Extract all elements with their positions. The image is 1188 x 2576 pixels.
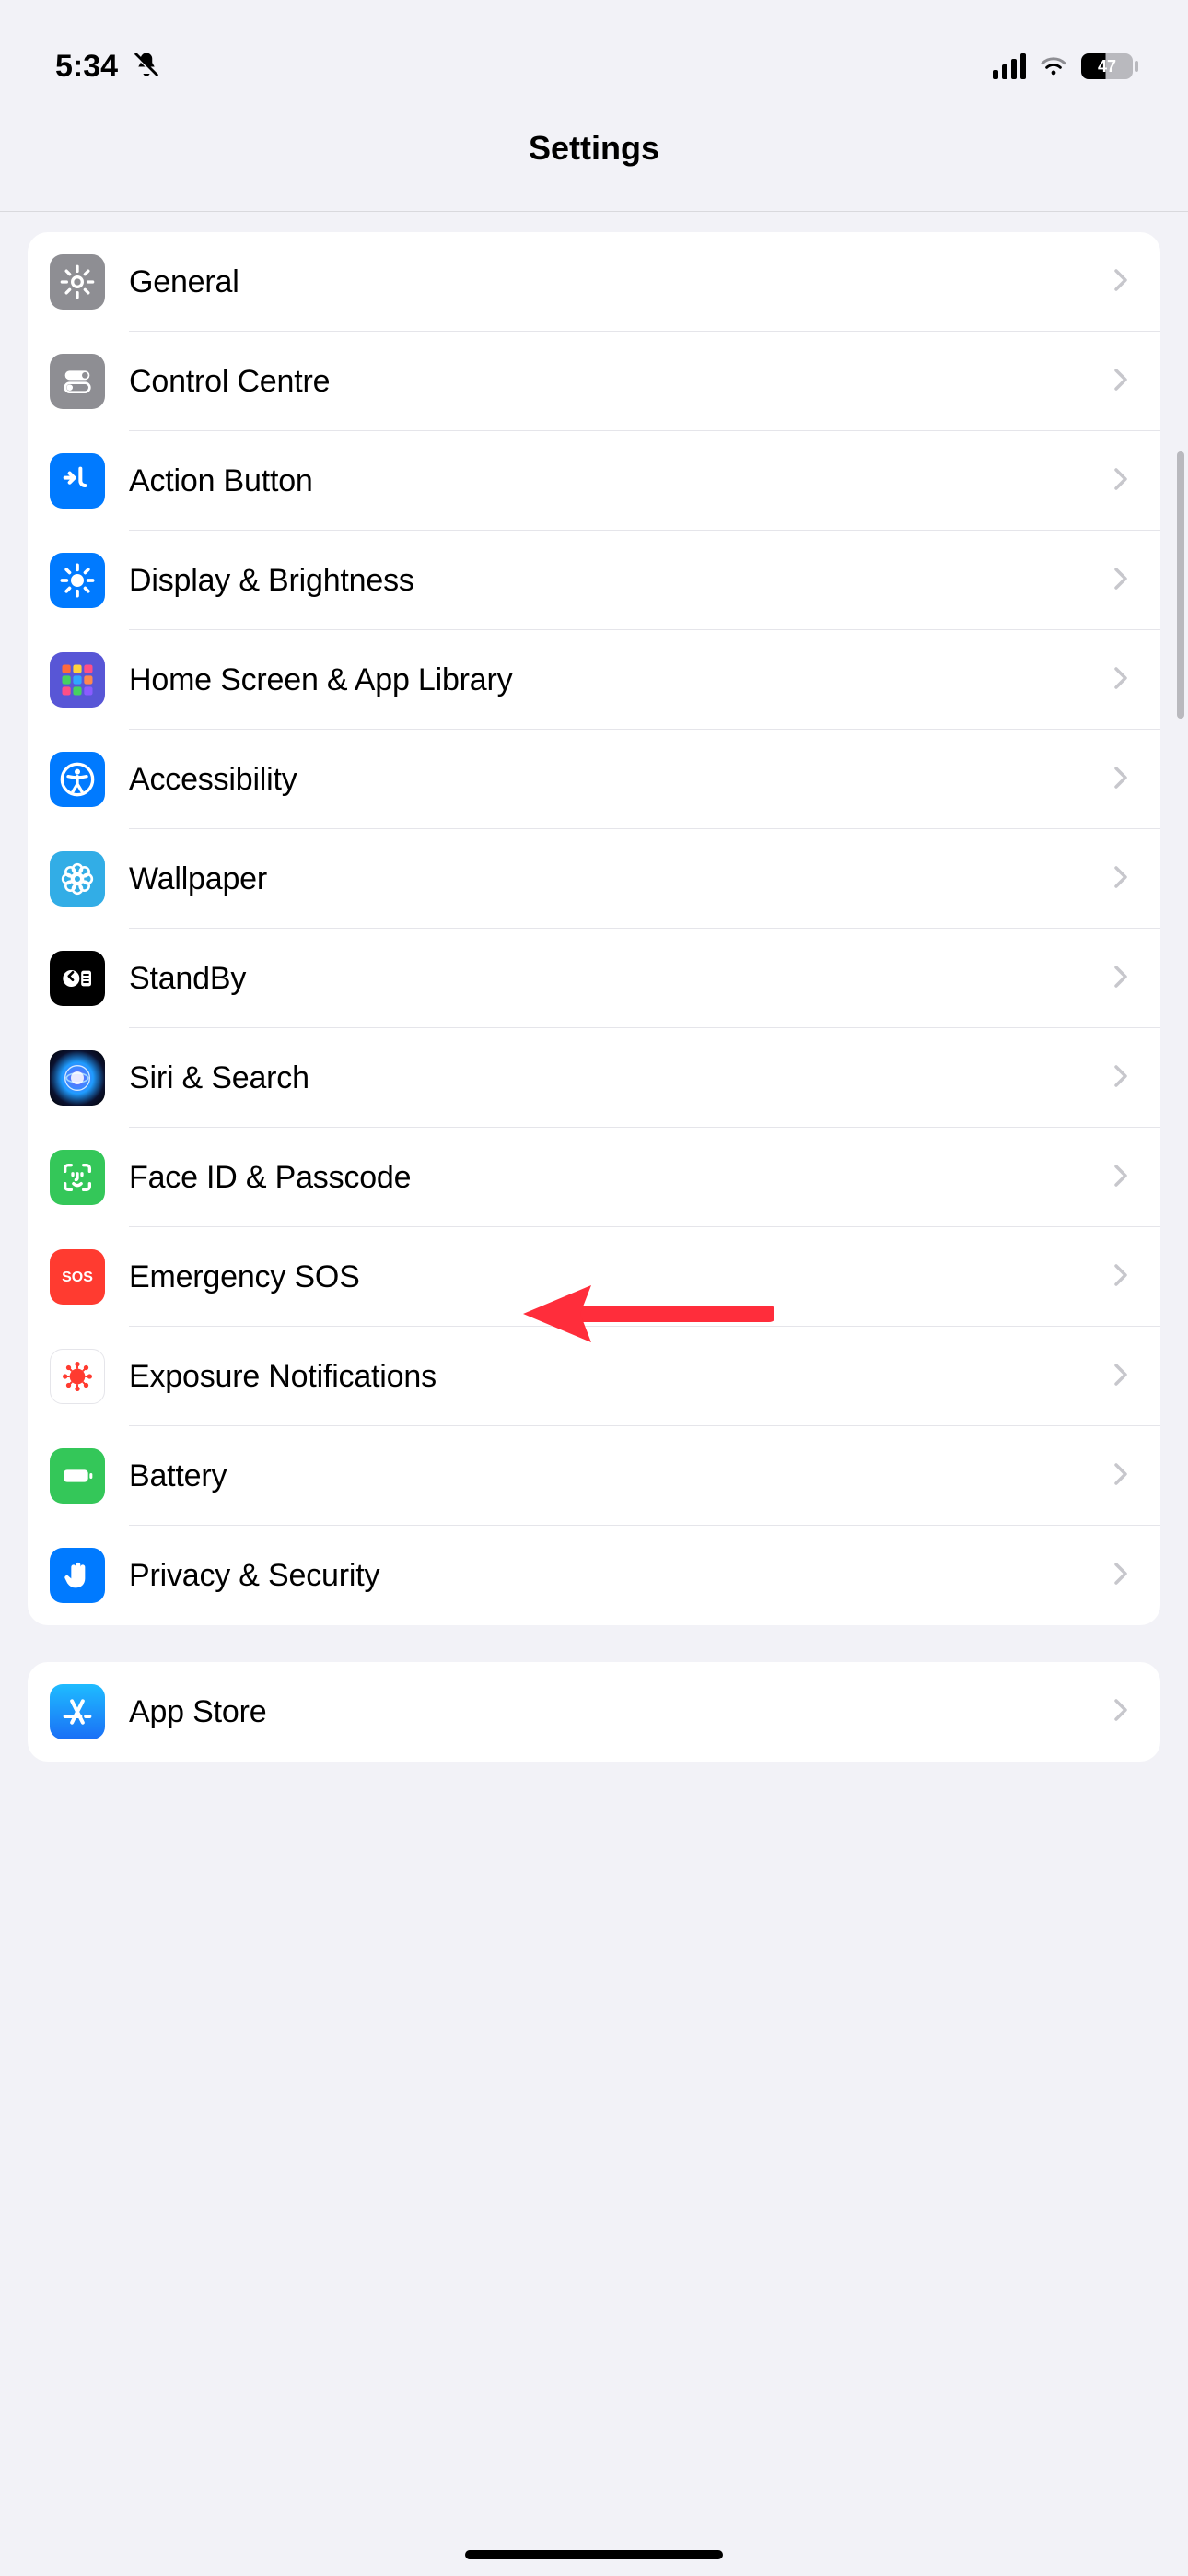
chevron-right-icon <box>1114 268 1129 297</box>
chevron-right-icon <box>1114 467 1129 496</box>
settings-row-action-button[interactable]: Action Button <box>28 431 1160 531</box>
settings-list[interactable]: General Control Centre Action Button Displa… <box>0 232 1188 1762</box>
row-label: Siri & Search <box>129 1060 1114 1096</box>
chevron-right-icon <box>1114 1363 1129 1391</box>
chevron-right-icon <box>1114 666 1129 695</box>
battery-icon: 47 <box>1081 53 1133 79</box>
settings-row-app-store[interactable]: App Store <box>28 1662 1160 1762</box>
settings-row-emergency-sos[interactable]: SOS Emergency SOS <box>28 1227 1160 1327</box>
home-indicator[interactable] <box>465 2550 723 2559</box>
appstore-icon <box>50 1684 105 1739</box>
settings-row-wallpaper[interactable]: Wallpaper <box>28 829 1160 929</box>
nav-bar: Settings <box>0 111 1188 212</box>
flower-icon <box>50 851 105 907</box>
scrollbar[interactable] <box>1177 451 1184 719</box>
chevron-right-icon <box>1114 865 1129 894</box>
chevron-right-icon <box>1114 1462 1129 1491</box>
settings-row-privacy[interactable]: Privacy & Security <box>28 1526 1160 1625</box>
accessibility-icon <box>50 752 105 807</box>
sun-icon <box>50 553 105 608</box>
chevron-right-icon <box>1114 1064 1129 1093</box>
chevron-right-icon <box>1114 368 1129 396</box>
row-label: Action Button <box>129 463 1114 499</box>
settings-group: App Store <box>28 1662 1160 1762</box>
row-label: Exposure Notifications <box>129 1359 1114 1395</box>
row-label: General <box>129 264 1114 300</box>
row-label: App Store <box>129 1694 1114 1730</box>
battery-icon <box>50 1448 105 1504</box>
battery-percent: 47 <box>1098 57 1116 76</box>
settings-row-display[interactable]: Display & Brightness <box>28 531 1160 630</box>
settings-row-standby[interactable]: StandBy <box>28 929 1160 1028</box>
row-label: Face ID & Passcode <box>129 1160 1114 1196</box>
gear-icon <box>50 254 105 310</box>
settings-row-face-id[interactable]: Face ID & Passcode <box>28 1128 1160 1227</box>
row-label: Home Screen & App Library <box>129 662 1114 698</box>
hand-icon <box>50 1548 105 1603</box>
settings-row-accessibility[interactable]: Accessibility <box>28 730 1160 829</box>
settings-group: General Control Centre Action Button Displa… <box>28 232 1160 1625</box>
row-label: Privacy & Security <box>129 1558 1114 1594</box>
chevron-right-icon <box>1114 1263 1129 1292</box>
settings-row-siri[interactable]: Siri & Search <box>28 1028 1160 1128</box>
siri-icon <box>50 1050 105 1106</box>
chevron-right-icon <box>1114 1698 1129 1727</box>
standby-icon <box>50 951 105 1006</box>
sos-icon: SOS <box>50 1249 105 1305</box>
chevron-right-icon <box>1114 567 1129 595</box>
apps-grid-icon <box>50 652 105 708</box>
chevron-right-icon <box>1114 965 1129 993</box>
chevron-right-icon <box>1114 766 1129 794</box>
chevron-right-icon <box>1114 1164 1129 1192</box>
settings-row-battery[interactable]: Battery <box>28 1426 1160 1526</box>
status-time: 5:34 <box>55 49 118 85</box>
status-bar: 5:34 47 <box>0 0 1188 111</box>
row-label: Display & Brightness <box>129 563 1114 599</box>
faceid-icon <box>50 1150 105 1205</box>
row-label: Wallpaper <box>129 861 1114 897</box>
row-label: Battery <box>129 1458 1114 1494</box>
cellular-signal-icon <box>993 53 1026 79</box>
action-btn-icon <box>50 453 105 509</box>
row-label: Emergency SOS <box>129 1259 1114 1295</box>
wifi-icon <box>1039 53 1068 80</box>
silent-bell-icon <box>133 51 160 83</box>
virus-icon <box>50 1349 105 1404</box>
row-label: Control Centre <box>129 364 1114 400</box>
toggles-icon <box>50 354 105 409</box>
settings-row-exposure[interactable]: Exposure Notifications <box>28 1327 1160 1426</box>
row-label: Accessibility <box>129 762 1114 798</box>
settings-row-general[interactable]: General <box>28 232 1160 332</box>
settings-row-control-centre[interactable]: Control Centre <box>28 332 1160 431</box>
svg-text:SOS: SOS <box>62 1270 93 1285</box>
page-title: Settings <box>529 111 659 168</box>
settings-row-home-screen[interactable]: Home Screen & App Library <box>28 630 1160 730</box>
row-label: StandBy <box>129 961 1114 997</box>
chevron-right-icon <box>1114 1562 1129 1590</box>
